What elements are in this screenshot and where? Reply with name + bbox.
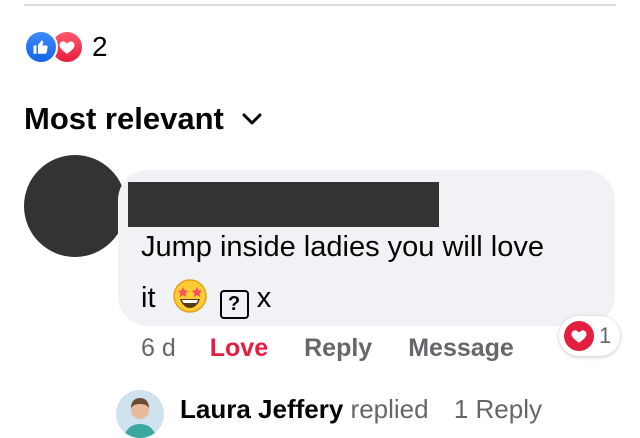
comment-timestamp[interactable]: 6 d bbox=[141, 334, 176, 363]
comment-reaction-count: 1 bbox=[599, 323, 612, 348]
sort-label: Most relevant bbox=[24, 101, 224, 136]
commenter-avatar[interactable] bbox=[24, 155, 126, 257]
comment-reaction-badge[interactable]: 1 bbox=[559, 316, 621, 356]
comment-text: Jump inside ladies you will love it ? x bbox=[141, 222, 601, 330]
reply-button[interactable]: Reply bbox=[304, 334, 372, 363]
message-button[interactable]: Message bbox=[408, 334, 514, 363]
commenter-name-redacted bbox=[128, 182, 439, 227]
love-icon bbox=[564, 321, 594, 351]
sort-dropdown[interactable]: Most relevant bbox=[24, 101, 262, 137]
star-struck-emoji bbox=[172, 279, 208, 330]
replier-name: Laura Jeffery bbox=[180, 394, 344, 424]
reaction-count: 2 bbox=[92, 31, 108, 62]
reply-verb: replied bbox=[350, 394, 429, 424]
replier-avatar bbox=[116, 390, 164, 438]
reply-summary[interactable]: Laura Jeffery replied 1 Reply bbox=[116, 390, 542, 438]
unknown-character-glyph: ? bbox=[219, 290, 249, 319]
reply-count: 1 Reply bbox=[453, 394, 542, 424]
love-button[interactable]: Love bbox=[210, 334, 268, 363]
top-divider bbox=[24, 4, 616, 6]
like-icon bbox=[24, 30, 58, 64]
post-reactions[interactable]: 2 bbox=[24, 30, 108, 64]
chevron-down-icon bbox=[242, 112, 262, 126]
comment-actions: 6 d Love Reply Message bbox=[141, 330, 514, 366]
